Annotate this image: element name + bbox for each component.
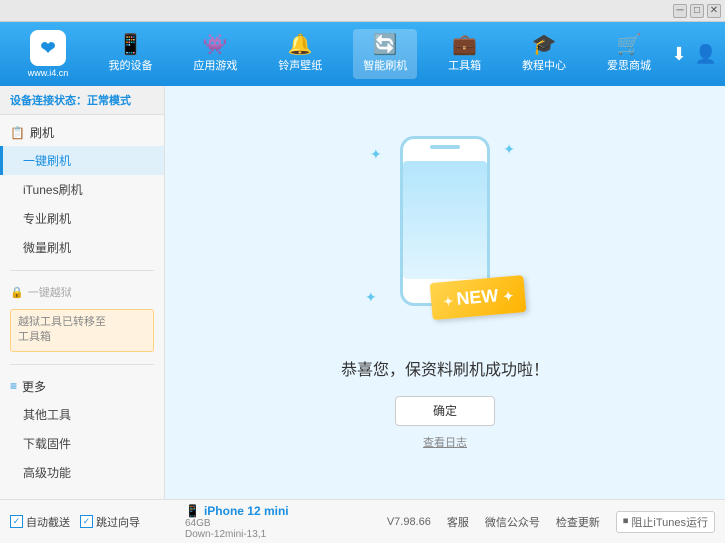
skip-wizard-check-icon: ✓	[80, 515, 93, 528]
device-storage: 64GB	[185, 518, 387, 529]
nav-item-mi-shop[interactable]: 🛒 爱思商城	[597, 29, 661, 79]
phone-illustration: ✦ ✦ ✦ NEW	[355, 136, 535, 336]
sparkle-tl: ✦	[370, 146, 382, 163]
logo-icon: ❤	[30, 30, 66, 66]
nav-item-apps-games[interactable]: 👾 应用游戏	[183, 29, 247, 79]
phone-screen	[403, 161, 487, 279]
bottom-right: V7.98.66 客服 微信公众号 检查更新 ⏹ 阻止iTunes运行	[387, 511, 715, 533]
sidebar-item-one-key-flash[interactable]: 一键刷机	[0, 146, 164, 175]
sidebar-item-download-firmware[interactable]: 下载固件	[0, 429, 164, 458]
close-button[interactable]: ✕	[707, 4, 721, 18]
my-device-icon: 📱	[118, 35, 143, 55]
confirm-button[interactable]: 确定	[395, 396, 495, 426]
download-icon[interactable]: ⬇	[671, 44, 686, 65]
sparkle-bl: ✦	[365, 289, 377, 306]
title-bar: ─ □ ✕	[0, 0, 725, 22]
device-info: 📱 iPhone 12 mini 64GB Down-12mini-13,1	[175, 504, 387, 540]
log-link[interactable]: 查看日志	[423, 434, 467, 450]
jailbreak-section: 🔒 一键越狱 越狱工具已转移至工具箱	[0, 275, 164, 360]
divider-1	[10, 270, 154, 271]
bottom-bar: ✓ 自动截送 ✓ 跳过向导 📱 iPhone 12 mini 64GB Down…	[0, 499, 725, 543]
flash-section: 📋 刷机 一键刷机 iTunes刷机 专业刷机 微量刷机	[0, 115, 164, 266]
wechat-link[interactable]: 微信公众号	[485, 514, 540, 530]
nav-item-toolbox[interactable]: 💼 工具箱	[438, 29, 491, 79]
jailbreak-notice: 越狱工具已转移至工具箱	[10, 309, 154, 352]
device-phone-icon: 📱	[185, 504, 200, 518]
sidebar-item-other-tools[interactable]: 其他工具	[0, 400, 164, 429]
stop-itunes-button[interactable]: ⏹ 阻止iTunes运行	[616, 511, 715, 533]
lock-icon: 🔒	[10, 286, 24, 299]
auto-jump-check-icon: ✓	[10, 515, 23, 528]
more-section-title[interactable]: ≡ 更多	[0, 373, 164, 400]
nav-item-tutorial[interactable]: 🎓 教程中心	[512, 29, 576, 79]
mi-shop-icon: 🛒	[617, 35, 642, 55]
more-section: ≡ 更多 其他工具 下载固件 高级功能	[0, 369, 164, 491]
divider-2	[10, 364, 154, 365]
main-area: 设备连接状态：正常模式 📋 刷机 一键刷机 iTunes刷机 专业刷机 微量刷机	[0, 86, 725, 499]
minimize-button[interactable]: ─	[673, 4, 687, 18]
auto-jump-checkbox[interactable]: ✓ 自动截送	[10, 514, 70, 530]
check-update-link[interactable]: 检查更新	[556, 514, 600, 530]
customer-service-link[interactable]: 客服	[447, 514, 469, 530]
logo[interactable]: ❤ www.i4.cn	[8, 30, 88, 78]
status-bar: 设备连接状态：正常模式	[0, 86, 164, 115]
sidebar: 设备连接状态：正常模式 📋 刷机 一键刷机 iTunes刷机 专业刷机 微量刷机	[0, 86, 165, 499]
wallpaper-icon: 🔔	[288, 35, 313, 55]
nav-right: ⬇ 👤	[671, 44, 717, 65]
device-name: 📱 iPhone 12 mini	[185, 504, 387, 518]
apps-games-icon: 👾	[203, 35, 228, 55]
sidebar-item-itunes-flash[interactable]: iTunes刷机	[0, 175, 164, 204]
version-label: V7.98.66	[387, 516, 431, 528]
sidebar-item-micro-flash[interactable]: 微量刷机	[0, 233, 164, 262]
nav-item-wallpaper[interactable]: 🔔 铃声壁纸	[268, 29, 332, 79]
flash-section-title[interactable]: 📋 刷机	[0, 119, 164, 146]
top-nav: ❤ www.i4.cn 📱 我的设备 👾 应用游戏 🔔 铃声壁纸 🔄 智能刷机 …	[0, 22, 725, 86]
sparkle-tr: ✦	[503, 141, 515, 158]
tutorial-icon: 🎓	[532, 35, 557, 55]
content-area: ✦ ✦ ✦ NEW 恭喜您，保资料刷机成功啦！ 确定 查看日志	[165, 86, 725, 499]
smart-flash-icon: 🔄	[373, 35, 398, 55]
phone-speaker	[430, 145, 460, 149]
user-icon[interactable]: 👤	[695, 44, 717, 65]
logo-url: www.i4.cn	[28, 68, 69, 78]
stop-icon: ⏹	[623, 515, 629, 528]
nav-items: 📱 我的设备 👾 应用游戏 🔔 铃声壁纸 🔄 智能刷机 💼 工具箱 🎓 教程中心…	[88, 29, 671, 79]
success-text: 恭喜您，保资料刷机成功啦！	[341, 356, 549, 380]
new-badge: NEW	[429, 274, 526, 319]
more-icon: ≡	[10, 379, 17, 393]
sidebar-item-advanced[interactable]: 高级功能	[0, 458, 164, 487]
bottom-left: ✓ 自动截送 ✓ 跳过向导	[10, 514, 175, 530]
jailbreak-section-title: 🔒 一键越狱	[0, 279, 164, 305]
nav-item-smart-flash[interactable]: 🔄 智能刷机	[353, 29, 417, 79]
flash-section-icon: 📋	[10, 126, 25, 140]
device-model: Down-12mini-13,1	[185, 529, 387, 540]
toolbox-icon: 💼	[452, 35, 477, 55]
maximize-button[interactable]: □	[690, 4, 704, 18]
nav-item-my-device[interactable]: 📱 我的设备	[98, 29, 162, 79]
sidebar-item-pro-flash[interactable]: 专业刷机	[0, 204, 164, 233]
skip-wizard-checkbox[interactable]: ✓ 跳过向导	[80, 514, 140, 530]
